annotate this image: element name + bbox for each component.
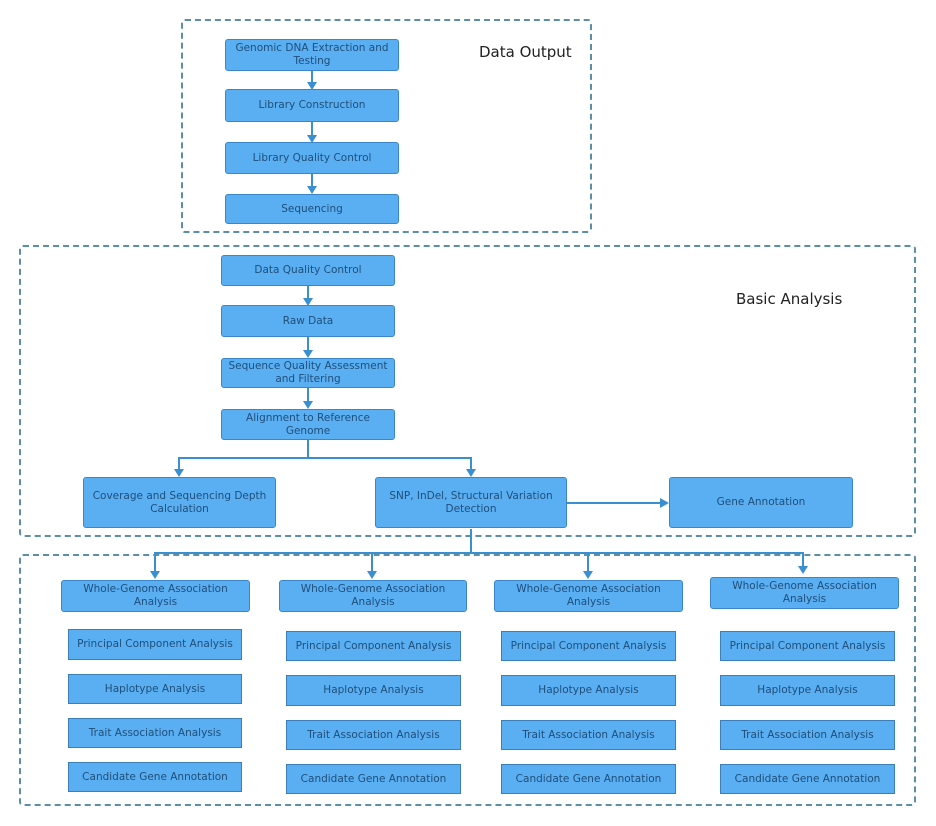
step-variation-detection: SNP, InDel, Structural Variation Detecti… [375, 477, 567, 528]
column-item: Principal Component Analysis [68, 629, 242, 660]
column-item: Trait Association Analysis [286, 720, 461, 750]
basic-analysis-title: Basic Analysis [736, 290, 843, 308]
step-gene-annotation: Gene Annotation [669, 477, 853, 528]
column-item: Principal Component Analysis [720, 631, 895, 661]
data-output-title: Data Output [479, 43, 572, 61]
step-raw-data: Raw Data [221, 305, 395, 337]
column-item: Candidate Gene Annotation [720, 764, 895, 794]
column-item: Trait Association Analysis [68, 718, 242, 748]
column-item: Principal Component Analysis [286, 631, 461, 661]
column-item: Haplotype Analysis [720, 675, 895, 706]
step-library-construction: Library Construction [225, 89, 399, 122]
column-item: Candidate Gene Annotation [68, 762, 242, 792]
column-header: Whole-Genome Association Analysis [494, 580, 683, 612]
step-library-qc: Library Quality Control [225, 142, 399, 174]
column-item: Haplotype Analysis [286, 675, 461, 706]
step-data-quality-control: Data Quality Control [221, 255, 395, 286]
column-item: Candidate Gene Annotation [286, 764, 461, 794]
column-item: Trait Association Analysis [501, 720, 676, 750]
column-item: Haplotype Analysis [501, 675, 676, 706]
column-item: Candidate Gene Annotation [501, 764, 676, 794]
column-header: Whole-Genome Association Analysis [279, 580, 467, 612]
column-header: Whole-Genome Association Analysis [710, 577, 899, 609]
step-dna-extraction: Genomic DNA Extraction and Testing [225, 39, 399, 71]
step-coverage-depth: Coverage and Sequencing Depth Calculatio… [83, 477, 276, 528]
step-alignment: Alignment to Reference Genome [221, 409, 395, 440]
step-sequence-quality-assessment: Sequence Quality Assessment and Filterin… [221, 358, 395, 388]
column-header: Whole-Genome Association Analysis [61, 580, 250, 612]
column-item: Principal Component Analysis [501, 631, 676, 661]
column-item: Haplotype Analysis [68, 674, 242, 704]
step-sequencing: Sequencing [225, 194, 399, 224]
column-item: Trait Association Analysis [720, 720, 895, 750]
